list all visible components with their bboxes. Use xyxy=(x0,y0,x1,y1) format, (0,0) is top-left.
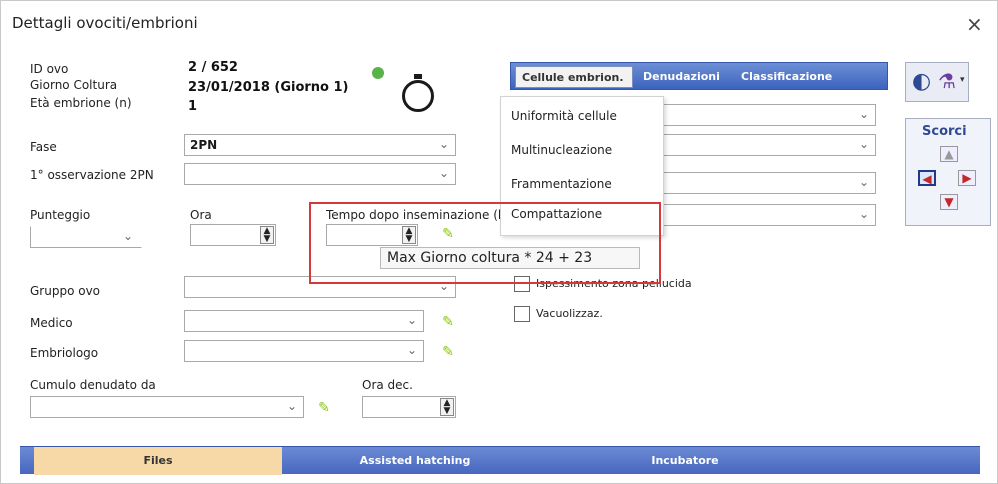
tab-denudazioni[interactable]: Denudazioni xyxy=(637,66,733,88)
vacuolizzazione-label: Vacuolizzaz. xyxy=(536,307,603,320)
dropdown-arrow-icon: ▾ xyxy=(960,75,965,85)
giorno-coltura-label: Giorno Coltura xyxy=(30,78,118,92)
menu-item-uniformita[interactable]: Uniformità cellule xyxy=(511,109,617,123)
embriologo-combo[interactable]: ⌄ xyxy=(184,340,424,362)
medico-label: Medico xyxy=(30,316,73,330)
fase-combo[interactable]: 2PN ⌄ xyxy=(184,134,456,156)
tab-cellule[interactable]: Cellule embrion. xyxy=(515,66,633,88)
chevron-down-icon: ⌄ xyxy=(858,175,869,189)
chevron-down-icon: ⌄ xyxy=(122,229,133,243)
id-ovo-label: ID ovo xyxy=(30,62,69,76)
giorno-coltura-value: 23/01/2018 (Giorno 1) xyxy=(188,80,349,95)
tab-assisted-hatching[interactable]: Assisted hatching xyxy=(310,447,520,475)
tooltip: Max Giorno coltura * 24 + 23 xyxy=(380,247,640,269)
stopwatch-top-icon xyxy=(414,74,422,79)
id-ovo-value: 2 / 652 xyxy=(188,60,238,75)
embryo-icon: ◐ xyxy=(912,69,932,94)
arrow-left-icon[interactable]: ◀ xyxy=(918,170,936,186)
pen-icon[interactable]: ✎ xyxy=(440,314,456,330)
tab-files[interactable]: Files xyxy=(34,447,282,475)
arrow-up-icon[interactable]: ▲ xyxy=(940,146,958,162)
osservazione-combo[interactable]: ⌄ xyxy=(184,163,456,185)
eta-embrione-value: 1 xyxy=(188,99,198,114)
vacuolizzazione-checkbox[interactable] xyxy=(514,306,530,322)
ora-label: Ora xyxy=(190,208,212,222)
chevron-down-icon: ⌄ xyxy=(286,399,297,413)
ora-dec-spinner[interactable]: ▲ ▼ xyxy=(362,396,456,418)
stopwatch-icon[interactable] xyxy=(402,80,434,112)
osservazione-label: 1° osservazione 2PN xyxy=(30,168,154,182)
fase-label: Fase xyxy=(30,140,57,154)
bottom-tab-bar: Files Assisted hatching Incubatore xyxy=(20,446,980,475)
spinner-arrows-icon[interactable]: ▲ ▼ xyxy=(440,398,454,416)
chevron-down-icon: ⌄ xyxy=(438,166,449,180)
arrow-right-icon[interactable]: ▶ xyxy=(958,170,976,186)
chevron-down-icon: ⌄ xyxy=(858,107,869,121)
chevron-down-icon: ⌄ xyxy=(406,313,417,327)
embryo-tools-button[interactable]: ◐ ⚗ ▾ xyxy=(905,62,969,102)
chevron-down-icon: ⌄ xyxy=(858,207,869,221)
status-dot-icon xyxy=(372,67,384,79)
menu-item-multinucleazione[interactable]: Multinucleazione xyxy=(511,143,612,157)
cumulo-label: Cumulo denudato da xyxy=(30,378,156,392)
eta-embrione-label: Età embrione (n) xyxy=(30,96,132,110)
ora-dec-label: Ora dec. xyxy=(362,378,413,392)
embriologo-label: Embriologo xyxy=(30,346,99,360)
flask-icon: ⚗ xyxy=(938,69,956,93)
chevron-down-icon: ⌄ xyxy=(438,137,449,151)
cumulo-combo[interactable]: ⌄ xyxy=(30,396,304,418)
scorci-title: Scorci xyxy=(922,124,967,139)
pen-icon[interactable]: ✎ xyxy=(316,400,332,416)
gruppo-label: Gruppo ovo xyxy=(30,284,101,298)
menu-item-frammentazione[interactable]: Frammentazione xyxy=(511,177,612,191)
fase-value: 2PN xyxy=(190,138,218,152)
punteggio-label: Punteggio xyxy=(30,208,91,222)
spinner-arrows-icon[interactable]: ▲ ▼ xyxy=(260,226,274,244)
ora-spinner[interactable]: ▲ ▼ xyxy=(190,224,276,246)
arrow-down-icon[interactable]: ▼ xyxy=(940,194,958,210)
highlight-frame xyxy=(309,202,661,284)
tab-bar: Cellule embrion. Denudazioni Classificaz… xyxy=(510,62,888,90)
chevron-down-icon: ⌄ xyxy=(858,137,869,151)
close-icon[interactable]: × xyxy=(966,12,983,36)
chevron-down-icon: ⌄ xyxy=(406,343,417,357)
pen-icon[interactable]: ✎ xyxy=(440,344,456,360)
tab-classificazione[interactable]: Classificazione xyxy=(735,66,875,88)
dialog-title: Dettagli ovociti/embrioni xyxy=(12,14,198,32)
tab-incubatore[interactable]: Incubatore xyxy=(580,447,790,475)
punteggio-combo[interactable]: ⌄ xyxy=(30,226,142,248)
medico-combo[interactable]: ⌄ xyxy=(184,310,424,332)
